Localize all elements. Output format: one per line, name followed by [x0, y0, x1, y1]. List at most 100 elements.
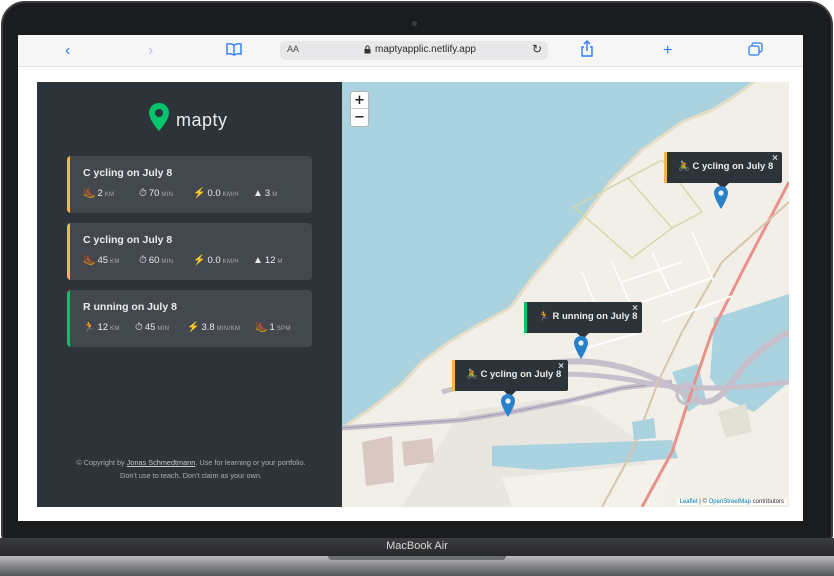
- map-marker-icon[interactable]: [574, 336, 588, 359]
- logo: mapty: [148, 102, 238, 138]
- browser-screen: ‹ › AA maptyapplic.netlify.app ↻ + mapty…: [18, 35, 803, 521]
- stat-value: 45: [144, 322, 156, 333]
- back-icon[interactable]: ‹: [65, 41, 70, 61]
- bookmarks-icon[interactable]: [226, 42, 242, 62]
- author-link[interactable]: Jonas Schmedtmann: [127, 458, 196, 467]
- copyright-text: © Copyright by Jonas Schmedtmann. Use fo…: [71, 456, 311, 482]
- stat-unit: M: [272, 192, 278, 198]
- attribution-suffix: contributors: [750, 499, 784, 505]
- address-bar[interactable]: AA maptyapplic.netlify.app ↻: [280, 41, 548, 60]
- url-text: maptyapplic.netlify.app: [375, 44, 476, 55]
- stat-unit: MIN: [157, 326, 170, 332]
- stat-unit: MIN: [161, 192, 174, 198]
- popup-color-stripe: [524, 302, 527, 333]
- stat-value: 12: [264, 255, 276, 266]
- map-tiles: [342, 82, 789, 507]
- mapty-app: mapty C ycling on July 8 🥾 2 KM ⏱ 70 MIN ⚡ 0.…: [37, 82, 789, 507]
- workout-popup-cycling-1[interactable]: 🚴 C ycling on July 8 ×: [664, 152, 782, 189]
- workout-popup-running[interactable]: 🏃 R unning on July 8 ×: [524, 302, 642, 339]
- popup-title: R unning on July 8: [552, 311, 638, 322]
- forward-icon[interactable]: ›: [148, 41, 153, 61]
- workout-title: R unning on July 8: [83, 301, 177, 313]
- stat-value: 0.0: [207, 188, 221, 199]
- workout-title: C ycling on July 8: [83, 167, 173, 179]
- laptop-notch: [328, 556, 506, 560]
- popup-text: 🚴 C ycling on July 8: [678, 161, 773, 172]
- stat-unit: KM/H: [222, 259, 239, 265]
- map-marker-icon[interactable]: [714, 186, 728, 209]
- reload-icon[interactable]: ↻: [532, 42, 542, 56]
- stopwatch-icon: ⏱: [139, 188, 147, 199]
- workout-popup-cycling-2[interactable]: 🚴 C ycling on July 8 ×: [452, 360, 568, 397]
- lightning-icon: ⚡: [193, 255, 206, 266]
- distance-stat: 🏃 12 KM: [83, 322, 120, 333]
- stat-unit: SPM: [276, 326, 291, 332]
- stat-unit: MIN/KM: [216, 326, 241, 332]
- map-attribution: Leaflet | © OpenStreetMap contributors: [676, 499, 787, 505]
- popup-title: C ycling on July 8: [692, 161, 774, 172]
- workout-color-stripe: [67, 223, 70, 280]
- reader-aa-button[interactable]: AA: [287, 44, 299, 54]
- stat-value: 3.8: [201, 322, 215, 333]
- osm-link[interactable]: OpenStreetMap: [709, 499, 751, 505]
- stopwatch-icon: ⏱: [135, 322, 143, 333]
- popup-close-button[interactable]: ×: [632, 303, 638, 314]
- mountain-icon: ▲: [253, 255, 263, 266]
- stat-unit: KM: [110, 259, 120, 265]
- stopwatch-icon: ⏱: [139, 255, 147, 266]
- laptop-frame: ‹ › AA maptyapplic.netlify.app ↻ + mapty…: [0, 0, 834, 576]
- stat-value: 70: [148, 188, 160, 199]
- elevation-stat: ▲ 3 M: [253, 188, 278, 199]
- popup-color-stripe: [664, 152, 667, 183]
- elevation-stat: ▲ 12 M: [253, 255, 283, 266]
- runner-icon: 🏃: [83, 322, 96, 333]
- duration-stat: ⏱ 45 MIN: [135, 322, 169, 333]
- zoom-control: + −: [350, 91, 369, 127]
- stat-value: 45: [97, 255, 109, 266]
- stat-value: 1: [269, 322, 275, 333]
- map-view[interactable]: + − 🚴 C ycling on July 8 × 🏃 R unning on…: [342, 82, 789, 507]
- boot-icon: 🥾: [83, 255, 96, 266]
- boot-icon: 🥾: [255, 322, 268, 333]
- workout-card-running[interactable]: R unning on July 8 🏃 12 KM ⏱ 45 MIN ⚡ 3.8 MIN/…: [67, 290, 312, 347]
- stat-value: 0.0: [207, 255, 221, 266]
- popup-close-button[interactable]: ×: [772, 153, 778, 164]
- speed-stat: ⚡ 0.0 KM/H: [193, 255, 239, 266]
- popup-text: 🏃 R unning on July 8: [538, 311, 637, 322]
- workout-card-cycling-2[interactable]: C ycling on July 8 🥾 45 KM ⏱ 60 MIN ⚡ 0.0 KM/H…: [67, 223, 312, 280]
- leaflet-link[interactable]: Leaflet: [680, 499, 698, 505]
- stat-unit: KM: [110, 326, 120, 332]
- stat-unit: KM/H: [222, 192, 239, 198]
- boot-icon: 🥾: [83, 188, 96, 199]
- zoom-in-button[interactable]: +: [351, 92, 368, 109]
- sidebar: mapty C ycling on July 8 🥾 2 KM ⏱ 70 MIN ⚡ 0.…: [37, 82, 342, 507]
- distance-stat: 🥾 2 KM: [83, 188, 114, 199]
- speed-stat: ⚡ 0.0 KM/H: [193, 188, 239, 199]
- stat-value: 60: [148, 255, 160, 266]
- workout-card-cycling-1[interactable]: C ycling on July 8 🥾 2 KM ⏱ 70 MIN ⚡ 0.0 KM/H …: [67, 156, 312, 213]
- bicycle-icon: 🚴: [678, 161, 690, 172]
- new-tab-icon[interactable]: +: [663, 41, 672, 61]
- mountain-icon: ▲: [253, 188, 263, 199]
- zoom-out-button[interactable]: −: [351, 109, 368, 126]
- distance-stat: 🥾 45 KM: [83, 255, 120, 266]
- attribution-separator: | ©: [697, 499, 709, 505]
- stat-unit: M: [277, 259, 283, 265]
- stat-value: 12: [97, 322, 109, 333]
- workout-color-stripe: [67, 156, 70, 213]
- map-pin-logo-icon: [149, 103, 169, 131]
- popup-text: 🚴 C ycling on July 8: [466, 369, 561, 380]
- map-marker-icon[interactable]: [501, 394, 515, 417]
- cadence-stat: 🥾 1 SPM: [255, 322, 291, 333]
- lightning-icon: ⚡: [187, 322, 200, 333]
- lock-icon: [364, 45, 371, 54]
- popup-close-button[interactable]: ×: [558, 361, 564, 372]
- share-icon[interactable]: [580, 40, 594, 64]
- stat-value: 3: [264, 188, 271, 199]
- tabs-icon[interactable]: [748, 42, 763, 62]
- popup-color-stripe: [452, 360, 455, 391]
- workout-title: C ycling on July 8: [83, 234, 173, 246]
- workout-color-stripe: [67, 290, 70, 347]
- pace-stat: ⚡ 3.8 MIN/KM: [187, 322, 240, 333]
- device-label: MacBook Air: [386, 540, 448, 552]
